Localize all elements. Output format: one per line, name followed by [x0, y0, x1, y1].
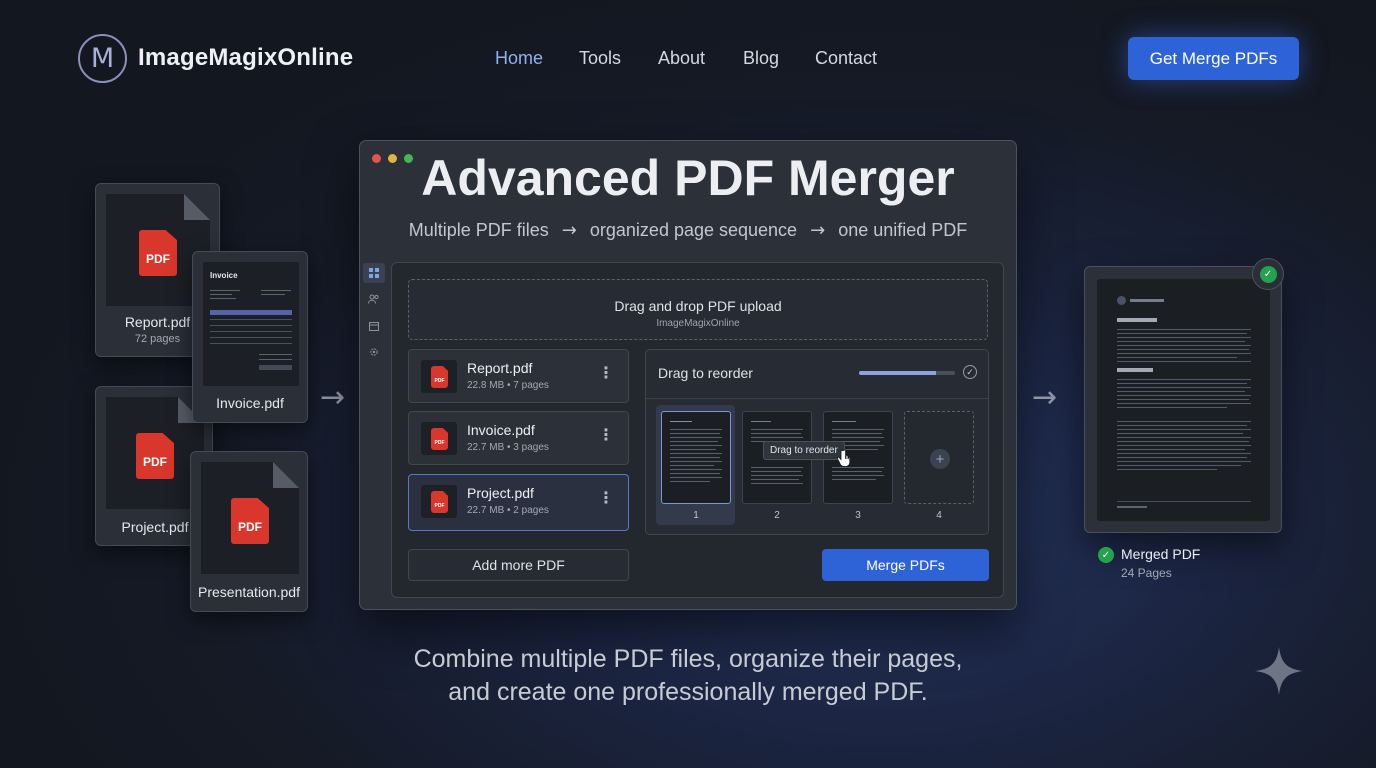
page-number: 1 — [693, 510, 699, 521]
nav-contact[interactable]: Contact — [815, 48, 877, 69]
file-row-name: Invoice.pdf — [467, 422, 535, 438]
dropzone-title: Drag and drop PDF upload — [614, 298, 782, 314]
progress-fill — [859, 371, 936, 375]
file-row-name: Project.pdf — [467, 485, 534, 501]
file-row-name: Report.pdf — [467, 360, 533, 376]
nav-tools[interactable]: Tools — [579, 48, 621, 69]
merge-pdfs-button[interactable]: Merge PDFs — [822, 549, 989, 581]
users-icon[interactable] — [363, 289, 385, 309]
file-row-meta: 22.8 MB • 7 pages — [467, 380, 549, 391]
file-row-invoice[interactable]: PDF Invoice.pdf 22.7 MB • 3 pages ⋮ — [408, 411, 629, 465]
file-card-presentation[interactable]: PDF Presentation.pdf — [190, 451, 308, 612]
window-title: Advanced PDF Merger — [421, 150, 955, 206]
file-icon: PDF — [421, 360, 457, 393]
sparkle-icon — [1255, 647, 1303, 700]
more-options-icon[interactable]: ⋮ — [598, 425, 614, 444]
pdf-icon: PDF — [431, 366, 448, 388]
invoice-table-header — [210, 310, 292, 315]
pdf-icon: PDF — [139, 230, 177, 276]
file-card-invoice[interactable]: Invoice Invoice.pdf — [192, 251, 308, 423]
drag-tooltip: Drag to reorder — [763, 441, 845, 460]
hand-cursor-icon — [836, 449, 851, 473]
get-merge-pdfs-button[interactable]: Get Merge PDFs — [1128, 37, 1299, 80]
file-icon: PDF — [421, 422, 457, 455]
page-number: 2 — [774, 510, 780, 521]
more-options-icon[interactable]: ⋮ — [598, 363, 614, 382]
nav-about[interactable]: About — [658, 48, 705, 69]
reorder-title: Drag to reorder — [658, 365, 753, 381]
reorder-panel: Drag to reorder ✓ 1 2 3 + 4 Drag to reor… — [645, 349, 989, 535]
logo[interactable]: M — [78, 34, 127, 83]
brand-name[interactable]: ImageMagixOnline — [138, 44, 353, 72]
tagline: Combine multiple PDF files, organize the… — [0, 643, 1376, 709]
file-row-report[interactable]: PDF Report.pdf 22.8 MB • 7 pages ⋮ — [408, 349, 629, 403]
page-fold — [273, 462, 299, 488]
page-number: 3 — [855, 510, 861, 521]
page-number: 4 — [936, 510, 942, 521]
file-name: Presentation.pdf — [198, 584, 300, 600]
pdf-merger-window: Advanced PDF Merger Multiple PDF files →… — [359, 140, 1017, 610]
add-more-pdf-button[interactable]: Add more PDF — [408, 549, 629, 581]
invoice-heading: Invoice — [210, 271, 238, 280]
tagline-line-2: and create one professionally merged PDF… — [448, 678, 928, 706]
check-circle-icon: ✓ — [1098, 547, 1114, 563]
merged-pdf-pages: 24 Pages — [1121, 566, 1172, 580]
pdf-icon: PDF — [231, 498, 269, 544]
pdf-icon: PDF — [136, 433, 174, 479]
settings-gear-icon[interactable] — [363, 342, 385, 362]
check-circle-icon: ✓ — [963, 365, 977, 379]
file-row-meta: 22.7 MB • 2 pages — [467, 505, 549, 516]
file-row-meta: 22.7 MB • 3 pages — [467, 442, 549, 453]
grid-icon[interactable] — [363, 263, 385, 283]
dropzone-subtitle: ImageMagixOnline — [656, 318, 740, 329]
page-thumbnail-1[interactable] — [661, 411, 731, 504]
calendar-icon[interactable] — [363, 316, 385, 336]
merged-pdf-name: Merged PDF — [1121, 546, 1201, 562]
invoice-thumbnail: Invoice — [203, 262, 299, 386]
tagline-line-1: Combine multiple PDF files, organize the… — [413, 645, 963, 673]
success-badge: ✓ — [1252, 258, 1284, 290]
window-subtitle: Multiple PDF files → organized page sequ… — [408, 220, 968, 241]
file-row-project[interactable]: PDF Project.pdf 22.7 MB • 2 pages ⋮ — [408, 474, 629, 531]
plus-icon: + — [930, 449, 950, 469]
page-fold — [184, 194, 210, 220]
page-thumbnails: 1 2 3 + 4 Drag to reorder — [646, 399, 990, 535]
nav-home[interactable]: Home — [495, 48, 543, 69]
merged-document — [1097, 279, 1270, 521]
pdf-dropzone[interactable]: Drag and drop PDF upload ImageMagixOnlin… — [408, 279, 988, 340]
pdf-icon: PDF — [431, 491, 448, 513]
merged-pdf-preview[interactable] — [1084, 266, 1282, 533]
add-page-slot[interactable]: + — [904, 411, 974, 504]
arrow-right-icon: → — [320, 380, 346, 415]
merger-panel: Drag and drop PDF upload ImageMagixOnlin… — [391, 262, 1004, 598]
nav-blog[interactable]: Blog — [743, 48, 779, 69]
logo-letter: M — [90, 43, 115, 74]
reorder-progress-bar — [859, 371, 955, 375]
arrow-right-icon: → — [1032, 380, 1058, 415]
mini-logo — [1117, 296, 1126, 305]
arrow-right-icon: → — [561, 220, 577, 241]
pdf-icon: PDF — [431, 428, 448, 450]
check-icon: ✓ — [1259, 265, 1277, 283]
arrow-right-icon: → — [810, 220, 826, 241]
more-options-icon[interactable]: ⋮ — [598, 488, 614, 507]
file-name: Invoice.pdf — [216, 395, 284, 411]
file-icon: PDF — [421, 485, 457, 518]
